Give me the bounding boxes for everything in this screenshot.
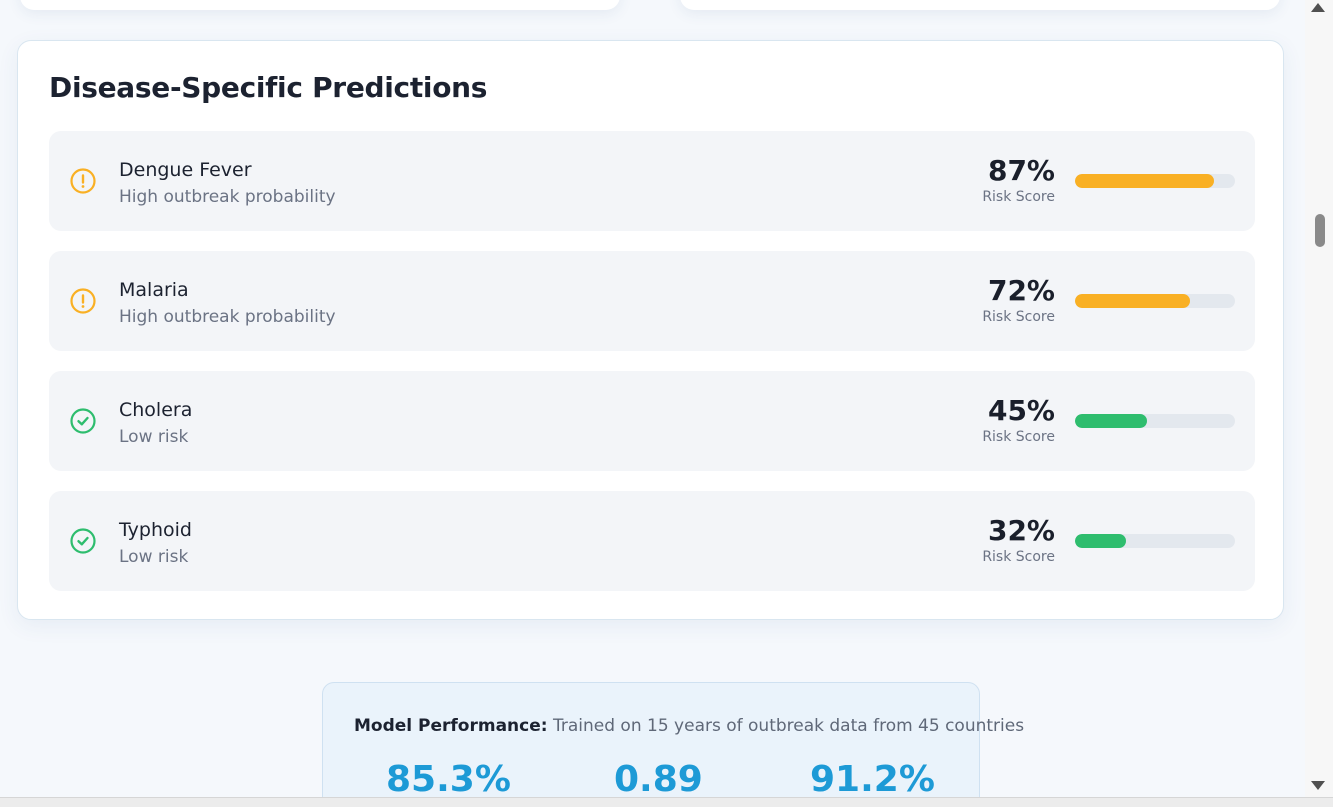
risk-score-value: 72% xyxy=(987,274,1055,307)
risk-bar-fill xyxy=(1075,294,1191,308)
prediction-row-typhoid[interactable]: Typhoid Low risk 32% Risk Score xyxy=(49,491,1255,591)
scrollbar-thumb[interactable] xyxy=(1315,214,1325,247)
window-bottom-edge xyxy=(0,797,1333,807)
metric-value: 0.89 xyxy=(614,759,703,797)
alert-circle-icon xyxy=(69,167,97,195)
check-circle-icon xyxy=(69,527,97,555)
model-performance-text: Model Performance: Trained on 15 years o… xyxy=(354,716,1024,736)
risk-score-label: Risk Score xyxy=(982,309,1055,325)
disease-name: Dengue Fever xyxy=(119,159,252,181)
prediction-row-malaria[interactable]: Malaria High outbreak probability 72% Ri… xyxy=(49,251,1255,351)
summary-card-right xyxy=(680,0,1280,10)
risk-bar-fill xyxy=(1075,174,1215,188)
metric-value: 91.2% xyxy=(810,759,935,797)
model-performance-label: Model Performance: xyxy=(354,716,548,736)
model-performance-panel: Model Performance: Trained on 15 years o… xyxy=(322,682,1024,797)
risk-bar-fill xyxy=(1075,414,1147,428)
summary-card-left xyxy=(20,0,620,10)
risk-bar xyxy=(1075,534,1235,548)
risk-score-label: Risk Score xyxy=(982,429,1055,445)
risk-bar xyxy=(1075,414,1235,428)
disease-predictions-card: Disease-Specific Predictions Dengue Feve… xyxy=(17,40,1284,620)
risk-score: 72% Risk Score xyxy=(982,275,1055,326)
disease-name: Cholera xyxy=(119,399,193,421)
risk-score-label: Risk Score xyxy=(982,189,1055,205)
disease-name: Typhoid xyxy=(119,519,192,541)
page-viewport: Disease-Specific Predictions Dengue Feve… xyxy=(0,0,1305,797)
risk-score-value: 45% xyxy=(987,394,1055,427)
risk-score: 32% Risk Score xyxy=(982,515,1055,566)
risk-bar xyxy=(1075,294,1235,308)
disease-status: High outbreak probability xyxy=(119,187,336,207)
risk-bar xyxy=(1075,174,1235,188)
risk-score: 45% Risk Score xyxy=(982,395,1055,446)
prediction-row-dengue[interactable]: Dengue Fever High outbreak probability 8… xyxy=(49,131,1255,231)
disease-status: Low risk xyxy=(119,547,189,567)
model-performance-description: Trained on 15 years of outbreak data fro… xyxy=(552,716,1025,736)
alert-circle-icon xyxy=(69,287,97,315)
metric-value: 85.3% xyxy=(386,759,511,797)
disease-status: High outbreak probability xyxy=(119,307,336,327)
disease-status: Low risk xyxy=(119,427,189,447)
vertical-scrollbar[interactable] xyxy=(1305,0,1333,797)
risk-score-label: Risk Score xyxy=(982,549,1055,565)
risk-score: 87% Risk Score xyxy=(982,155,1055,206)
scroll-up-arrow-icon[interactable] xyxy=(1311,3,1325,12)
check-circle-icon xyxy=(69,407,97,435)
risk-score-value: 87% xyxy=(987,154,1055,187)
risk-score-value: 32% xyxy=(987,514,1055,547)
card-title: Disease-Specific Predictions xyxy=(49,71,488,104)
scroll-down-arrow-icon[interactable] xyxy=(1311,781,1325,790)
disease-name: Malaria xyxy=(119,279,189,301)
prediction-row-cholera[interactable]: Cholera Low risk 45% Risk Score xyxy=(49,371,1255,471)
risk-bar-fill xyxy=(1075,534,1127,548)
